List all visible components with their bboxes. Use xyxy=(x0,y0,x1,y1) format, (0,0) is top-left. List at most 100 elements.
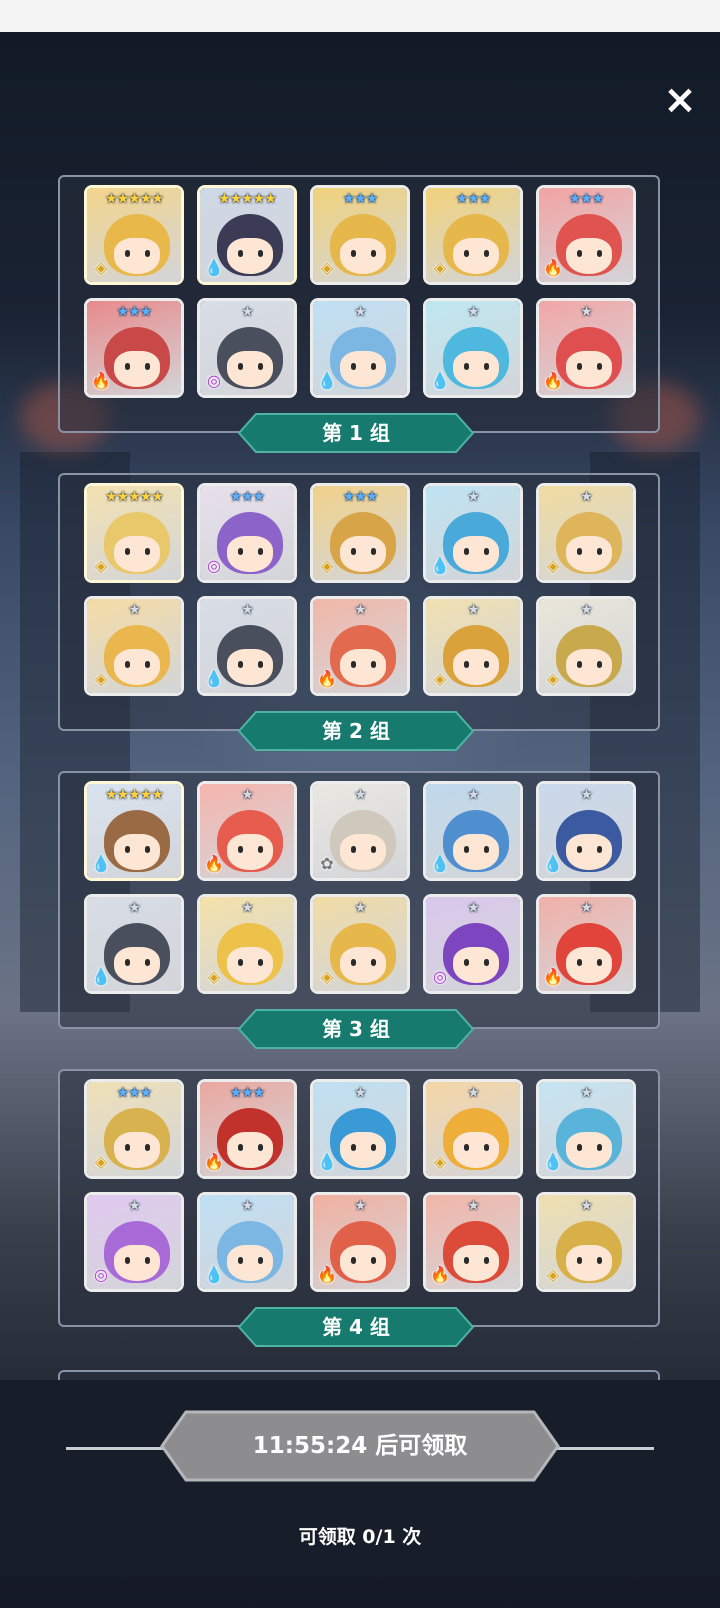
hero-eye xyxy=(258,959,263,966)
star-rating: ★★★★★ xyxy=(105,191,164,207)
hero-card[interactable]: ★ 💧 xyxy=(84,894,184,994)
hero-card[interactable]: ★ 💧 xyxy=(536,781,636,881)
star-rating: ★ xyxy=(354,602,367,618)
water-element-icon: 💧 xyxy=(430,556,450,575)
hero-face xyxy=(114,834,160,870)
hero-card[interactable]: ★ ◈ xyxy=(423,1079,523,1179)
hero-face xyxy=(114,536,160,572)
hero-eye xyxy=(597,548,602,555)
light-element-icon: ◈ xyxy=(320,258,334,277)
hero-eye xyxy=(238,959,243,966)
hero-eye xyxy=(145,846,150,853)
star-rating: ★★★ xyxy=(229,489,266,505)
hero-card[interactable]: ★★★★★ ◈ xyxy=(84,185,184,285)
hero-face xyxy=(453,834,499,870)
hero-card[interactable]: ★ ◎ xyxy=(84,1192,184,1292)
fire-element-icon: 🔥 xyxy=(317,1265,337,1284)
star-rating: ★ xyxy=(580,304,593,320)
hero-card[interactable]: ★★★ ◈ xyxy=(423,185,523,285)
water-element-icon: 💧 xyxy=(204,258,224,277)
close-icon[interactable]: × xyxy=(658,78,702,122)
star-rating: ★ xyxy=(128,900,141,916)
star-rating: ★★★ xyxy=(116,1085,153,1101)
group-label-text: 第 4 组 xyxy=(322,1315,390,1339)
hero-card[interactable]: ★ 🔥 xyxy=(310,596,410,696)
hero-eye xyxy=(371,363,376,370)
star-rating: ★ xyxy=(580,602,593,618)
hero-eye xyxy=(238,661,243,668)
hero-card[interactable]: ★★★★★ ◈ xyxy=(84,483,184,583)
hero-card[interactable]: ★★★ 🔥 xyxy=(197,1079,297,1179)
hero-card[interactable]: ★★★ ◈ xyxy=(310,483,410,583)
hero-card[interactable]: ★ ◈ xyxy=(423,596,523,696)
hero-card[interactable]: ★ 💧 xyxy=(197,596,297,696)
group-label-banner: 第 2 组 xyxy=(238,711,474,751)
hero-card[interactable]: ★★★★★ 💧 xyxy=(197,185,297,285)
hero-card[interactable]: ★ 💧 xyxy=(423,483,523,583)
hero-eye xyxy=(371,661,376,668)
hero-card[interactable]: ★ 🔥 xyxy=(423,1192,523,1292)
hero-card[interactable]: ★ ✿ xyxy=(310,781,410,881)
nature-element-icon: ✿ xyxy=(320,854,334,873)
hero-card[interactable]: ★ ◎ xyxy=(197,298,297,398)
hero-card[interactable]: ★ 💧 xyxy=(423,781,523,881)
hero-grid: ★★★★★ ◈ ★★★★★ 💧 ★★★ ◈ ★★★ ◈ ★★★ 🔥 ★★★ 🔥 ★ ◎ ★ 💧 ★ 💧 ★ 🔥 xyxy=(84,185,636,398)
fire-element-icon: 🔥 xyxy=(543,258,563,277)
light-element-icon: ◈ xyxy=(94,1152,108,1171)
hero-eye xyxy=(484,548,489,555)
star-rating: ★ xyxy=(467,489,480,505)
group-label-banner: 第 3 组 xyxy=(238,1009,474,1049)
hero-eye xyxy=(238,1257,243,1264)
hero-face xyxy=(566,1132,612,1168)
hero-eye xyxy=(351,1257,356,1264)
hero-face xyxy=(340,947,386,983)
hero-card[interactable]: ★ 💧 xyxy=(536,1079,636,1179)
hero-eye xyxy=(145,959,150,966)
hero-card[interactable]: ★★★ ◈ xyxy=(84,1079,184,1179)
hero-eye xyxy=(371,1144,376,1151)
hero-card[interactable]: ★ ◈ xyxy=(536,1192,636,1292)
hero-card[interactable]: ★★★ ◈ xyxy=(310,185,410,285)
hero-card[interactable]: ★ ◈ xyxy=(536,596,636,696)
hero-card[interactable]: ★★★ 🔥 xyxy=(84,298,184,398)
hero-card[interactable]: ★ ◈ xyxy=(536,483,636,583)
hero-eye xyxy=(351,363,356,370)
hero-face xyxy=(453,238,499,274)
hero-face xyxy=(114,351,160,387)
hero-card[interactable]: ★ 🔥 xyxy=(310,1192,410,1292)
star-rating: ★★★★★ xyxy=(105,489,164,505)
star-rating: ★ xyxy=(241,1198,254,1214)
hero-card[interactable]: ★ 💧 xyxy=(423,298,523,398)
hero-card[interactable]: ★ 🔥 xyxy=(536,298,636,398)
star-rating: ★ xyxy=(354,787,367,803)
star-rating: ★ xyxy=(128,602,141,618)
hero-face xyxy=(227,1245,273,1281)
hero-card[interactable]: ★ 🔥 xyxy=(536,894,636,994)
hero-eye xyxy=(125,1144,130,1151)
hero-card[interactable]: ★ ◈ xyxy=(310,894,410,994)
hero-card[interactable]: ★ 💧 xyxy=(197,1192,297,1292)
hero-card[interactable]: ★★★ 🔥 xyxy=(536,185,636,285)
hero-face xyxy=(453,1245,499,1281)
claim-button[interactable]: 11:55:24 后可领取 xyxy=(160,1410,560,1482)
hero-card[interactable]: ★ 💧 xyxy=(310,298,410,398)
hero-eye xyxy=(597,250,602,257)
hero-face xyxy=(227,1132,273,1168)
hero-face xyxy=(566,947,612,983)
light-element-icon: ◈ xyxy=(546,1265,560,1284)
group-panel-1: ★★★★★ ◈ ★★★★★ 💧 ★★★ ◈ ★★★ ◈ ★★★ 🔥 ★★★ 🔥 ★ ◎ ★ 💧 ★ 💧 ★ 🔥 第 1 … xyxy=(58,175,660,453)
hero-card[interactable]: ★★★ ◎ xyxy=(197,483,297,583)
hero-face xyxy=(453,947,499,983)
hero-card[interactable]: ★ ◎ xyxy=(423,894,523,994)
hero-eye xyxy=(577,548,582,555)
hero-card[interactable]: ★ 💧 xyxy=(310,1079,410,1179)
hero-eye xyxy=(597,661,602,668)
hero-eye xyxy=(145,1144,150,1151)
hero-eye xyxy=(125,846,130,853)
hero-card[interactable]: ★ 🔥 xyxy=(197,781,297,881)
hero-eye xyxy=(238,846,243,853)
hero-card[interactable]: ★★★★★ 💧 xyxy=(84,781,184,881)
hero-card[interactable]: ★ ◈ xyxy=(197,894,297,994)
hero-eye xyxy=(238,363,243,370)
hero-card[interactable]: ★ ◈ xyxy=(84,596,184,696)
